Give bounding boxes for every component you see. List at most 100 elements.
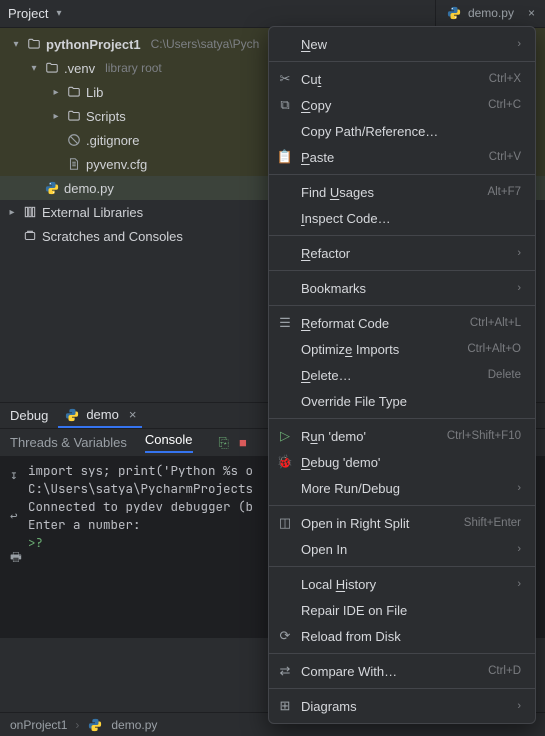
- ctx-local-history[interactable]: Local History ›: [269, 571, 535, 597]
- separator: [269, 418, 535, 419]
- ctx-inspect[interactable]: Inspect Code…: [269, 205, 535, 231]
- ctx-find-usages[interactable]: Find Usages Alt+F7: [269, 179, 535, 205]
- debug-label[interactable]: Debug: [10, 408, 48, 423]
- separator: [269, 688, 535, 689]
- paste-icon: 📋: [277, 149, 293, 165]
- chev-down-icon: ▾: [56, 8, 61, 19]
- submenu-icon: ›: [517, 543, 521, 555]
- shortcut: Ctrl+D: [488, 665, 521, 677]
- ctx-open-in[interactable]: Open In ›: [269, 536, 535, 562]
- ignored-icon: [66, 132, 82, 148]
- wrap-icon[interactable]: ↩: [10, 507, 28, 524]
- project-title[interactable]: Project: [8, 6, 48, 21]
- python-icon: [446, 5, 462, 21]
- arrow-icon[interactable]: [50, 87, 62, 98]
- ctx-paste[interactable]: 📋 Paste Ctrl+V: [269, 144, 535, 170]
- print-icon[interactable]: 🖶: [10, 548, 28, 569]
- cut-icon: ✂: [277, 71, 293, 87]
- shortcut: Shift+Enter: [464, 517, 521, 529]
- folder-icon: [26, 36, 42, 52]
- stop-icon[interactable]: ■: [239, 435, 247, 451]
- shortcut: Ctrl+V: [489, 151, 521, 163]
- ctx-open-split[interactable]: ◫ Open in Right Split Shift+Enter: [269, 510, 535, 536]
- blank-icon: [277, 541, 293, 557]
- tree-label: Lib: [86, 85, 103, 100]
- split-icon: ◫: [277, 515, 293, 531]
- ctx-debug[interactable]: 🐞 Debug 'demo': [269, 449, 535, 475]
- submenu-icon: ›: [517, 38, 521, 50]
- threads-tab[interactable]: Threads & Variables: [10, 435, 127, 450]
- separator: [269, 61, 535, 62]
- separator: [269, 566, 535, 567]
- separator: [269, 653, 535, 654]
- arrow-icon[interactable]: [28, 63, 40, 74]
- arrow-icon[interactable]: [10, 39, 22, 50]
- separator: [269, 305, 535, 306]
- ctx-copy-path[interactable]: Copy Path/Reference…: [269, 118, 535, 144]
- close-icon[interactable]: ×: [528, 6, 535, 20]
- blank-icon: [277, 184, 293, 200]
- reload-icon: ⟳: [277, 628, 293, 644]
- tree-label: .venv: [64, 61, 95, 76]
- diagram-icon: ⊞: [277, 698, 293, 714]
- submenu-icon: ›: [517, 282, 521, 294]
- breadcrumb[interactable]: onProject1: [10, 718, 67, 732]
- library-icon: [22, 204, 38, 220]
- tree-label: Scratches and Consoles: [42, 229, 183, 244]
- ctx-run[interactable]: ▷ Run 'demo' Ctrl+Shift+F10: [269, 423, 535, 449]
- submenu-icon: ›: [517, 482, 521, 494]
- separator: [269, 505, 535, 506]
- close-icon[interactable]: ×: [129, 407, 137, 422]
- tree-label: pythonProject1: [46, 37, 141, 52]
- ctx-delete[interactable]: Delete… Delete: [269, 362, 535, 388]
- tree-hint: library root: [105, 61, 162, 75]
- submenu-icon: ›: [517, 247, 521, 259]
- debug-icon: 🐞: [277, 454, 293, 470]
- py-console-icon[interactable]: ⎘: [219, 435, 229, 451]
- python-icon: [44, 180, 60, 196]
- blank-icon: [277, 341, 293, 357]
- tree-label: Scripts: [86, 109, 126, 124]
- ctx-cut[interactable]: ✂ Cut Ctrl+X: [269, 66, 535, 92]
- tree-label: External Libraries: [42, 205, 143, 220]
- ctx-override[interactable]: Override File Type: [269, 388, 535, 414]
- shortcut: Ctrl+Alt+L: [470, 317, 521, 329]
- editor-tab[interactable]: demo.py ×: [435, 0, 545, 26]
- separator: [269, 174, 535, 175]
- ctx-copy[interactable]: ⧉ Copy Ctrl+C: [269, 92, 535, 118]
- blank-icon: [277, 123, 293, 139]
- blank-icon: [277, 245, 293, 261]
- ctx-more-run[interactable]: More Run/Debug ›: [269, 475, 535, 501]
- ctx-refactor[interactable]: Refactor ›: [269, 240, 535, 266]
- shortcut: Ctrl+Alt+O: [467, 343, 521, 355]
- debug-tab-label: demo: [86, 407, 119, 422]
- chevron-right-icon: ›: [75, 718, 79, 732]
- tree-label: demo.py: [64, 181, 114, 196]
- copy-icon: ⧉: [277, 97, 293, 113]
- breadcrumb[interactable]: demo.py: [111, 718, 157, 732]
- submenu-icon: ›: [517, 700, 521, 712]
- shortcut: Ctrl+Shift+F10: [447, 430, 521, 442]
- console-tab[interactable]: Console: [145, 432, 193, 453]
- arrow-icon[interactable]: [50, 111, 62, 122]
- ctx-reformat[interactable]: ☰ Reformat Code Ctrl+Alt+L: [269, 310, 535, 336]
- file-icon: [66, 156, 82, 172]
- editor-tab-name: demo.py: [468, 6, 514, 20]
- ctx-reload[interactable]: ⟳ Reload from Disk: [269, 623, 535, 649]
- ctx-repair[interactable]: Repair IDE on File: [269, 597, 535, 623]
- ctx-compare[interactable]: ⇄ Compare With… Ctrl+D: [269, 658, 535, 684]
- shortcut: Ctrl+X: [489, 73, 521, 85]
- shortcut: Alt+F7: [487, 186, 521, 198]
- scroll-end-icon[interactable]: ↧: [10, 466, 28, 483]
- tree-label: pyvenv.cfg: [86, 157, 147, 172]
- folder-icon: [66, 84, 82, 100]
- blank-icon: [277, 480, 293, 496]
- debug-tab[interactable]: demo ×: [58, 403, 142, 428]
- ctx-bookmarks[interactable]: Bookmarks ›: [269, 275, 535, 301]
- blank-icon: [277, 210, 293, 226]
- arrow-icon[interactable]: [6, 207, 18, 218]
- ctx-optimize[interactable]: Optimize Imports Ctrl+Alt+O: [269, 336, 535, 362]
- ctx-diagrams[interactable]: ⊞ Diagrams ›: [269, 693, 535, 719]
- blank-icon: [277, 602, 293, 618]
- ctx-new[interactable]: New ›: [269, 31, 535, 57]
